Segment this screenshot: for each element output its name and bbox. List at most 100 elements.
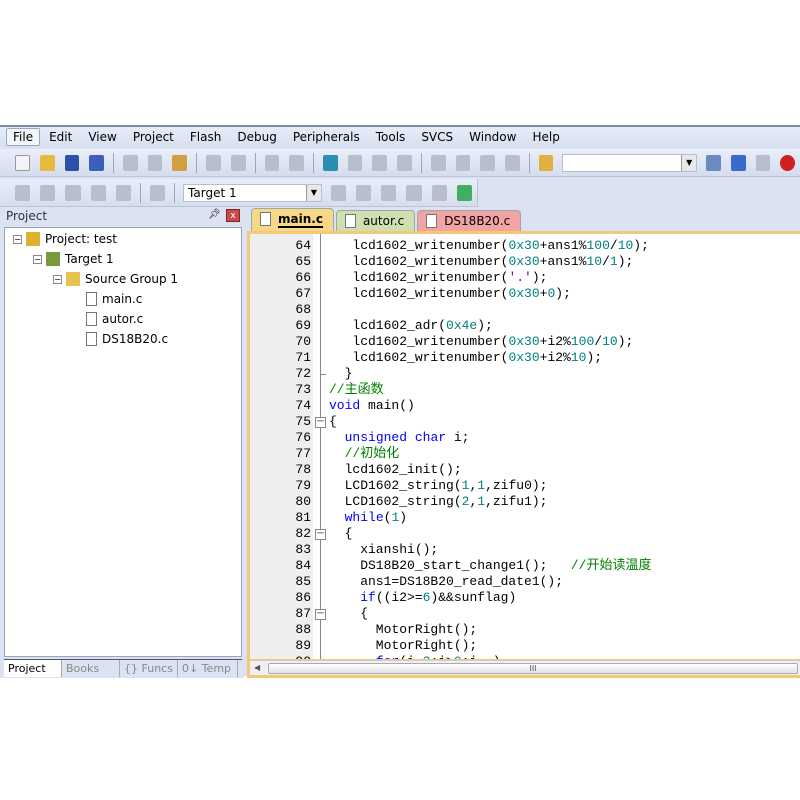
code-token: lcd1602_adr(: [329, 318, 447, 333]
close-panel-button[interactable]: x: [226, 209, 240, 222]
code-line: {: [329, 414, 337, 430]
find-icon[interactable]: [706, 154, 721, 171]
pin-icon[interactable]: 📌︎: [208, 209, 221, 220]
code-token: ;i>: [430, 654, 453, 659]
bookmark-clear-icon[interactable]: [397, 154, 412, 171]
code-token: ans1=DS18B20_read_date1();: [329, 574, 564, 589]
project-icon: [26, 232, 40, 246]
file-tab-autor-c[interactable]: autor.c: [335, 210, 416, 231]
editor-area: main.c autor.c DS18B20.c 64 65 66 67 68 69 70 71 7…: [247, 207, 800, 678]
code-token: )&&sunflag): [430, 590, 517, 605]
tree-item-target[interactable]: − Target 1: [33, 252, 114, 266]
menu-window[interactable]: Window: [462, 128, 523, 146]
bookmark-flag-icon[interactable]: [322, 154, 338, 171]
menu-help[interactable]: Help: [525, 128, 566, 146]
code-token: char: [414, 430, 447, 445]
batch-build-icon[interactable]: [90, 184, 106, 201]
code-editor[interactable]: 64 65 66 67 68 69 70 71 72 73 74 75 76 77 78 79 80 81 82 83…: [250, 234, 800, 659]
open-folder-icon[interactable]: [39, 154, 55, 171]
copy-icon[interactable]: [147, 154, 163, 171]
chevron-down-icon[interactable]: ▼: [305, 184, 321, 201]
code-token: void: [329, 398, 361, 413]
fold-toggle-icon[interactable]: −: [315, 417, 326, 428]
indent-icon[interactable]: [430, 154, 446, 171]
code-token: 100: [570, 334, 595, 349]
file-icon: [426, 214, 438, 228]
code-token: for: [376, 654, 399, 659]
scrollbar-thumb[interactable]: III: [268, 663, 798, 674]
menu-flash[interactable]: Flash: [183, 128, 228, 146]
toolbar-separator: [174, 182, 176, 203]
redo-icon[interactable]: [230, 154, 246, 171]
scroll-left-arrow-icon[interactable]: ◀: [254, 663, 260, 672]
file-tab-ds18b20-c[interactable]: DS18B20.c: [417, 210, 522, 231]
bookmark-prev-icon[interactable]: [347, 154, 363, 171]
save-icon[interactable]: [64, 154, 80, 171]
menu-edit[interactable]: Edit: [42, 128, 79, 146]
nav-forward-icon[interactable]: [289, 154, 304, 171]
panel-tab-1[interactable]: Books: [62, 660, 120, 677]
panel-tab-2[interactable]: {} Funcs: [120, 660, 178, 677]
collapse-toggle-icon[interactable]: −: [33, 254, 42, 264]
fold-toggle-icon[interactable]: −: [315, 609, 326, 620]
menu-tools[interactable]: Tools: [369, 128, 413, 146]
menu-peripherals[interactable]: Peripherals: [286, 128, 367, 146]
rte-icon[interactable]: [456, 184, 473, 201]
code-token: 10: [617, 238, 634, 253]
translate-icon[interactable]: [15, 184, 31, 201]
stop-build-icon[interactable]: [115, 184, 131, 201]
menu-view[interactable]: View: [81, 128, 123, 146]
toolbar-separator: [113, 152, 115, 173]
collapse-toggle-icon[interactable]: −: [53, 274, 62, 284]
breakpoint-icon[interactable]: [780, 154, 796, 171]
nav-back-icon[interactable]: [264, 154, 280, 171]
file-tab-main-c[interactable]: main.c: [251, 208, 334, 231]
paste-icon[interactable]: [172, 154, 188, 171]
tree-item-group[interactable]: − Source Group 1: [53, 272, 178, 286]
tree-item-file[interactable]: autor.c: [86, 312, 143, 326]
uncomment-icon[interactable]: [504, 154, 520, 171]
target-select[interactable]: Target 1 ▼: [183, 183, 322, 202]
panel-tab-3[interactable]: 0↓ Temp: [178, 660, 238, 677]
incremental-find-icon[interactable]: [730, 154, 746, 171]
code-token: ;i--): [462, 654, 501, 659]
manage-components-icon[interactable]: [381, 184, 397, 201]
code-line: void main(): [329, 398, 415, 414]
build-icon[interactable]: [40, 184, 56, 201]
line-number: 76: [295, 430, 311, 445]
code-line: xianshi();: [329, 542, 438, 558]
find-in-files-icon[interactable]: [538, 154, 554, 171]
tree-item-file[interactable]: main.c: [86, 292, 142, 306]
save-all-icon[interactable]: [89, 154, 105, 171]
tree-item-project[interactable]: − Project: test: [13, 232, 117, 246]
code-token: +ans1%: [539, 238, 587, 253]
menu-debug[interactable]: Debug: [230, 128, 283, 146]
code-token: //主函数: [329, 382, 384, 397]
unindent-icon[interactable]: [455, 154, 471, 171]
menu-file[interactable]: File: [6, 128, 41, 146]
file-icon: [260, 212, 271, 226]
line-number: 84: [295, 558, 311, 573]
target-options-icon[interactable]: [330, 184, 347, 201]
file-tab-label: main.c: [278, 212, 323, 228]
comment-icon[interactable]: [480, 154, 495, 171]
menu-svcs[interactable]: SVCS: [414, 128, 460, 146]
pack-installer-icon[interactable]: [431, 184, 447, 201]
undo-icon[interactable]: [206, 154, 221, 171]
debug-session-icon[interactable]: [755, 154, 771, 171]
fold-toggle-icon[interactable]: −: [315, 529, 326, 540]
rebuild-icon[interactable]: [65, 184, 81, 201]
tree-item-file[interactable]: DS18B20.c: [86, 332, 168, 346]
select-packs-icon[interactable]: [406, 184, 422, 201]
chevron-down-icon[interactable]: ▼: [681, 154, 697, 171]
file-extensions-icon[interactable]: [356, 184, 372, 201]
bookmark-next-icon[interactable]: [372, 154, 388, 171]
new-file-icon[interactable]: [15, 154, 30, 171]
collapse-toggle-icon[interactable]: −: [13, 234, 22, 244]
menu-project[interactable]: Project: [126, 128, 181, 146]
panel-tab-0[interactable]: Project: [4, 660, 62, 677]
load-icon[interactable]: [149, 184, 166, 201]
horizontal-scrollbar[interactable]: ◀ III: [250, 660, 800, 675]
cut-icon[interactable]: [123, 154, 138, 171]
find-combo[interactable]: ▼: [562, 153, 698, 172]
